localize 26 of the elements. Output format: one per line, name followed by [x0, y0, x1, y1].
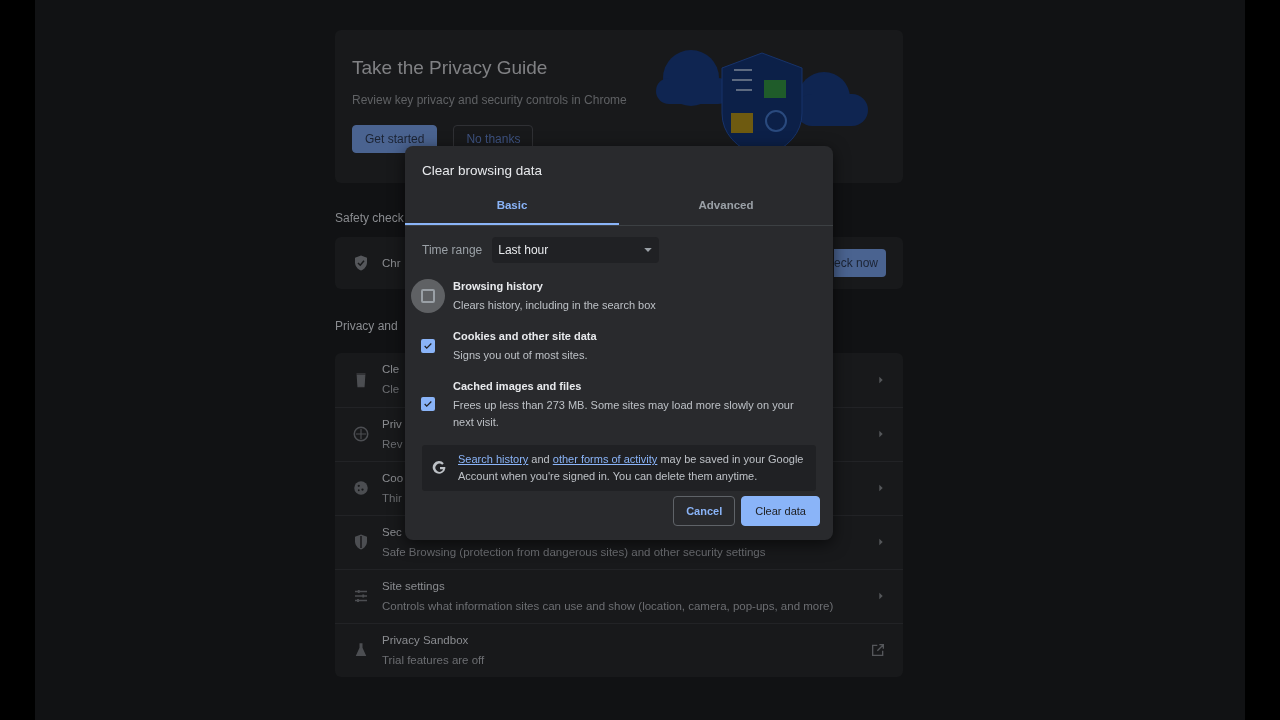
row-title: Privacy Sandbox [382, 632, 469, 648]
option-description: Clears history, including in the search box [453, 298, 656, 313]
row-subtitle: Safe Browsing (protection from dangerous sites) and other security settings [382, 544, 766, 560]
check-item-title: Chr [382, 255, 401, 271]
row-subtitle: Thir [382, 490, 402, 506]
card-title: Take the Privacy Guide [352, 56, 549, 80]
row-subtitle: Controls what information sites can use and show (location, camera, pop-ups, and more) [382, 598, 834, 614]
row-title: Site settings [382, 578, 445, 594]
option-title: Cookies and other site data [453, 328, 597, 344]
option-description: Frees up less than 273 MB. Some sites may load more slowly on your next visit. [453, 398, 795, 430]
row-title: Coo [382, 470, 404, 486]
row-title: Priv [382, 416, 402, 432]
row-subtitle: Trial features are off [382, 652, 485, 668]
row-title: Sec [382, 524, 402, 540]
notice-text: Search history and other forms of activity may be saved in your Google Account when you're signed in. You can delete them anytime. [458, 452, 805, 485]
option-title: Browsing history [453, 278, 544, 294]
row-title: Cle [382, 362, 400, 378]
section-heading: Safety check [335, 211, 404, 226]
option-description: Signs you out of most sites. [453, 348, 589, 363]
option-title: Cached images and files [453, 378, 583, 394]
section-heading: Privacy and [335, 319, 398, 334]
row-subtitle: Cle [382, 382, 400, 398]
card-subtitle: Review key privacy and security controls in Chrome [352, 91, 628, 109]
dialog-title: Clear browsing data [421, 162, 544, 180]
field-label: Time range [422, 241, 483, 259]
row-subtitle: Rev [382, 436, 403, 452]
